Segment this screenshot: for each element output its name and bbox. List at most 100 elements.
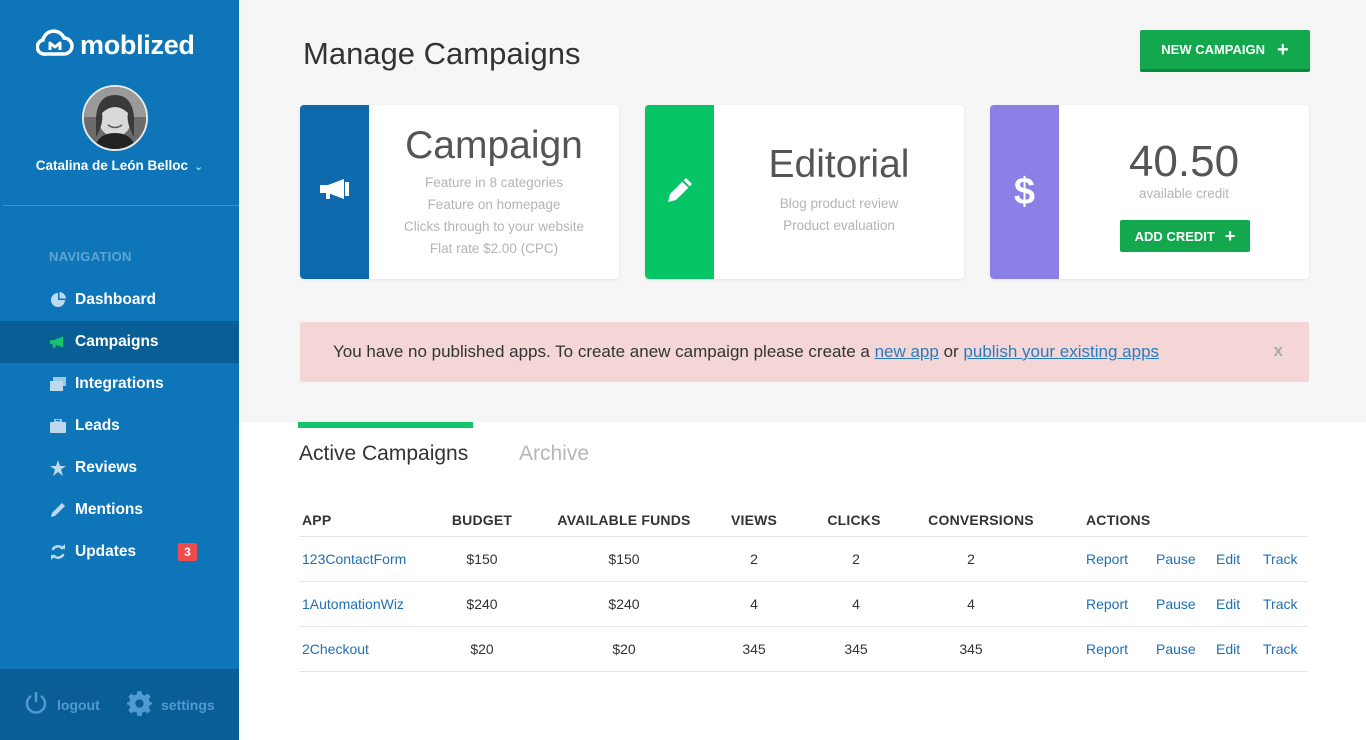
campaign-card-title: Campaign <box>405 124 583 167</box>
megaphone-icon <box>319 178 350 206</box>
edit-link[interactable]: Edit <box>1216 596 1240 612</box>
brand-name: moblized <box>80 30 195 60</box>
views-cell: 4 <box>750 596 758 612</box>
budget-cell: $20 <box>470 641 494 657</box>
user-menu[interactable]: Catalina de León Belloc ⌄ <box>0 158 239 173</box>
nav-list: Dashboard Campaigns Integrations Leads R… <box>0 279 239 573</box>
sidebar-item-label: Integrations <box>75 375 164 392</box>
alert-text: You have no published apps. To create an… <box>333 342 875 361</box>
campaign-card-body: Campaign Feature in 8 categories Feature… <box>369 105 619 279</box>
logout-button[interactable]: logout <box>24 691 100 718</box>
edit-link[interactable]: Edit <box>1216 641 1240 657</box>
credit-card-body: 40.50 available credit ADD CREDIT + <box>1059 105 1309 279</box>
sidebar-item-dashboard[interactable]: Dashboard <box>0 279 239 321</box>
campaign-feature: Clicks through to your website <box>403 219 585 234</box>
column-header-funds: AVAILABLE FUNDS <box>557 512 691 528</box>
editorial-card-body: Editorial Blog product review Product ev… <box>714 105 964 279</box>
track-link[interactable]: Track <box>1263 641 1297 657</box>
new-campaign-label: NEW CAMPAIGN <box>1161 42 1266 57</box>
logout-label: logout <box>57 696 100 713</box>
conversions-cell: 345 <box>959 641 983 657</box>
tab-active-campaigns[interactable]: Active Campaigns <box>299 442 468 466</box>
alert-message: You have no published apps. To create an… <box>333 342 1159 362</box>
sidebar-item-reviews[interactable]: Reviews <box>0 447 239 489</box>
campaign-feature: Feature on homepage <box>427 197 561 212</box>
sidebar-item-label: Reviews <box>75 459 138 476</box>
no-apps-alert: You have no published apps. To create an… <box>300 322 1309 382</box>
editorial-card-band <box>645 105 714 279</box>
editorial-feature: Product evaluation <box>783 218 895 233</box>
cloud-logo-icon <box>35 28 74 63</box>
credit-card: $ 40.50 available credit ADD CREDIT + <box>990 105 1309 279</box>
sidebar-item-campaigns[interactable]: Campaigns <box>0 321 239 363</box>
app-link[interactable]: 2Checkout <box>302 641 369 657</box>
funds-cell: $150 <box>608 551 640 567</box>
stack-icon <box>49 376 66 393</box>
star-icon <box>49 460 66 477</box>
new-app-link[interactable]: new app <box>875 342 939 361</box>
pie-chart-icon <box>49 292 66 309</box>
alert-text: or <box>938 342 964 361</box>
settings-button[interactable]: settings <box>127 691 215 719</box>
funds-cell: $20 <box>612 641 636 657</box>
app-link[interactable]: 123ContactForm <box>302 551 406 567</box>
plus-icon: + <box>1277 38 1289 61</box>
views-cell: 345 <box>742 641 766 657</box>
sidebar-item-label: Mentions <box>75 501 144 518</box>
power-icon <box>24 691 48 718</box>
sidebar-item-integrations[interactable]: Integrations <box>0 363 239 405</box>
report-link[interactable]: Report <box>1086 596 1128 612</box>
tab-archive[interactable]: Archive <box>519 442 589 466</box>
track-link[interactable]: Track <box>1263 596 1297 612</box>
sidebar-item-leads[interactable]: Leads <box>0 405 239 447</box>
sidebar-divider <box>3 205 239 206</box>
budget-cell: $240 <box>466 596 498 612</box>
avatar[interactable] <box>82 85 148 151</box>
report-link[interactable]: Report <box>1086 641 1128 657</box>
pencil-icon <box>49 502 66 519</box>
campaign-card[interactable]: Campaign Feature in 8 categories Feature… <box>300 105 619 279</box>
clicks-cell: 4 <box>852 596 860 612</box>
clicks-cell: 345 <box>844 641 868 657</box>
pause-link[interactable]: Pause <box>1156 551 1196 567</box>
funds-cell: $240 <box>608 596 640 612</box>
updates-count-badge: 3 <box>178 543 197 561</box>
close-icon[interactable]: x <box>1274 341 1283 361</box>
publish-apps-link[interactable]: publish your existing apps <box>963 342 1159 361</box>
sidebar: moblized Catalina de León Belloc ⌄ NAVIGA… <box>0 0 239 740</box>
conversions-cell: 2 <box>967 551 975 567</box>
track-link[interactable]: Track <box>1263 551 1297 567</box>
editorial-card[interactable]: Editorial Blog product review Product ev… <box>645 105 964 279</box>
pause-link[interactable]: Pause <box>1156 641 1196 657</box>
user-name: Catalina de León Belloc <box>35 158 189 173</box>
sidebar-item-label: Leads <box>75 417 120 434</box>
app-link[interactable]: 1AutomationWiz <box>302 596 404 612</box>
active-tab-indicator <box>298 422 473 428</box>
clicks-cell: 2 <box>852 551 860 567</box>
table-row: 2Checkout $20 $20 345 345 345 Report Pau… <box>299 627 1308 672</box>
add-credit-button[interactable]: ADD CREDIT + <box>1120 220 1250 252</box>
campaign-feature: Feature in 8 categories <box>424 175 564 190</box>
column-header-conversions: CONVERSIONS <box>928 512 1034 528</box>
sidebar-item-updates[interactable]: Updates 3 <box>0 531 239 573</box>
sidebar-item-label: Dashboard <box>75 291 156 308</box>
report-link[interactable]: Report <box>1086 551 1128 567</box>
dollar-icon: $ <box>1013 170 1036 213</box>
brand-logo[interactable]: moblized <box>35 28 195 63</box>
new-campaign-button[interactable]: NEW CAMPAIGN + <box>1140 30 1310 72</box>
campaign-feature: Flat rate $2.00 (CPC) <box>429 241 559 256</box>
credit-label: available credit <box>1138 186 1230 201</box>
sidebar-item-mentions[interactable]: Mentions <box>0 489 239 531</box>
editorial-feature: Blog product review <box>779 196 899 211</box>
sidebar-item-label: Campaigns <box>75 333 159 350</box>
credit-amount: 40.50 <box>1128 137 1240 186</box>
column-header-app: APP <box>302 512 332 528</box>
gear-icon <box>127 691 152 719</box>
sidebar-footer: logout settings <box>0 669 239 740</box>
nav-heading: NAVIGATION <box>49 249 132 264</box>
briefcase-icon <box>49 418 66 435</box>
views-cell: 2 <box>750 551 758 567</box>
pencil-icon <box>667 177 693 208</box>
pause-link[interactable]: Pause <box>1156 596 1196 612</box>
edit-link[interactable]: Edit <box>1216 551 1240 567</box>
